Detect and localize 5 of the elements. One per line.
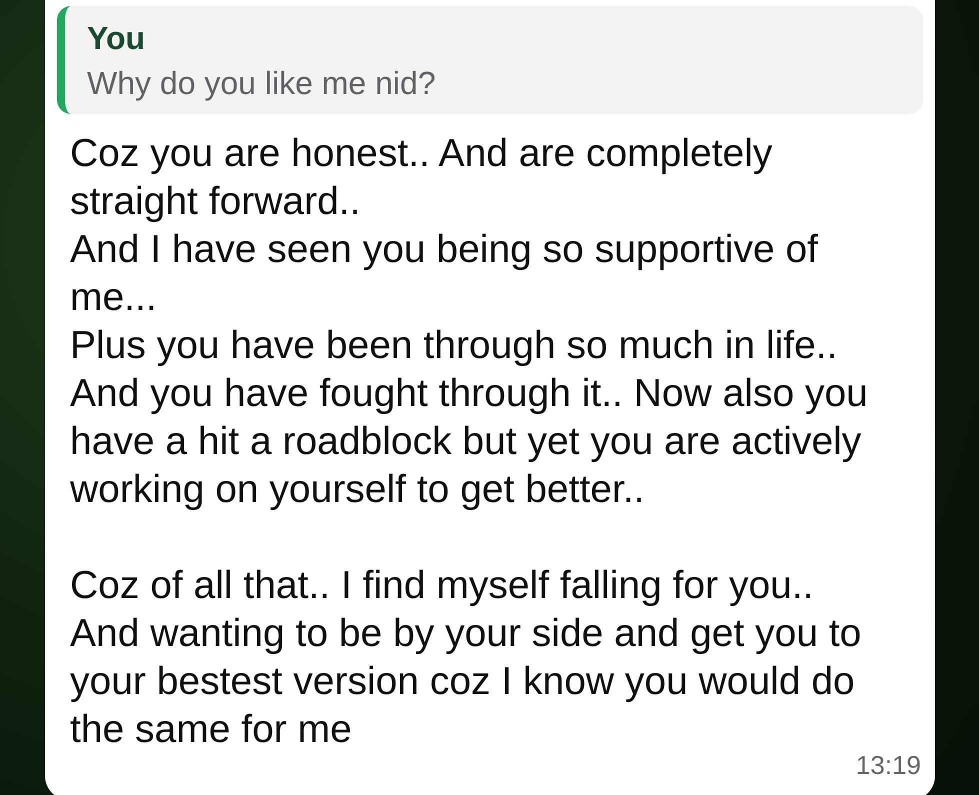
quote-text: Why do you like me nid? bbox=[87, 65, 437, 102]
message-time: 13:19 bbox=[856, 754, 921, 776]
quote-author: You bbox=[87, 20, 146, 57]
message-text: Coz you are honest.. And are completely straight forward.. And I have seen you being so supportive of me... Plus you have been through so much in life.. And you have fought through it.. Now also you have a hit a roadblock but yet you are actively working on yourself to get better.. Coz of all that.. I find myself falling for you.. And wanting to be by your side and get you to your bestest version coz I know you would do the same for me bbox=[70, 131, 869, 753]
quoted-message[interactable]: You Why do you like me nid? bbox=[57, 6, 923, 114]
